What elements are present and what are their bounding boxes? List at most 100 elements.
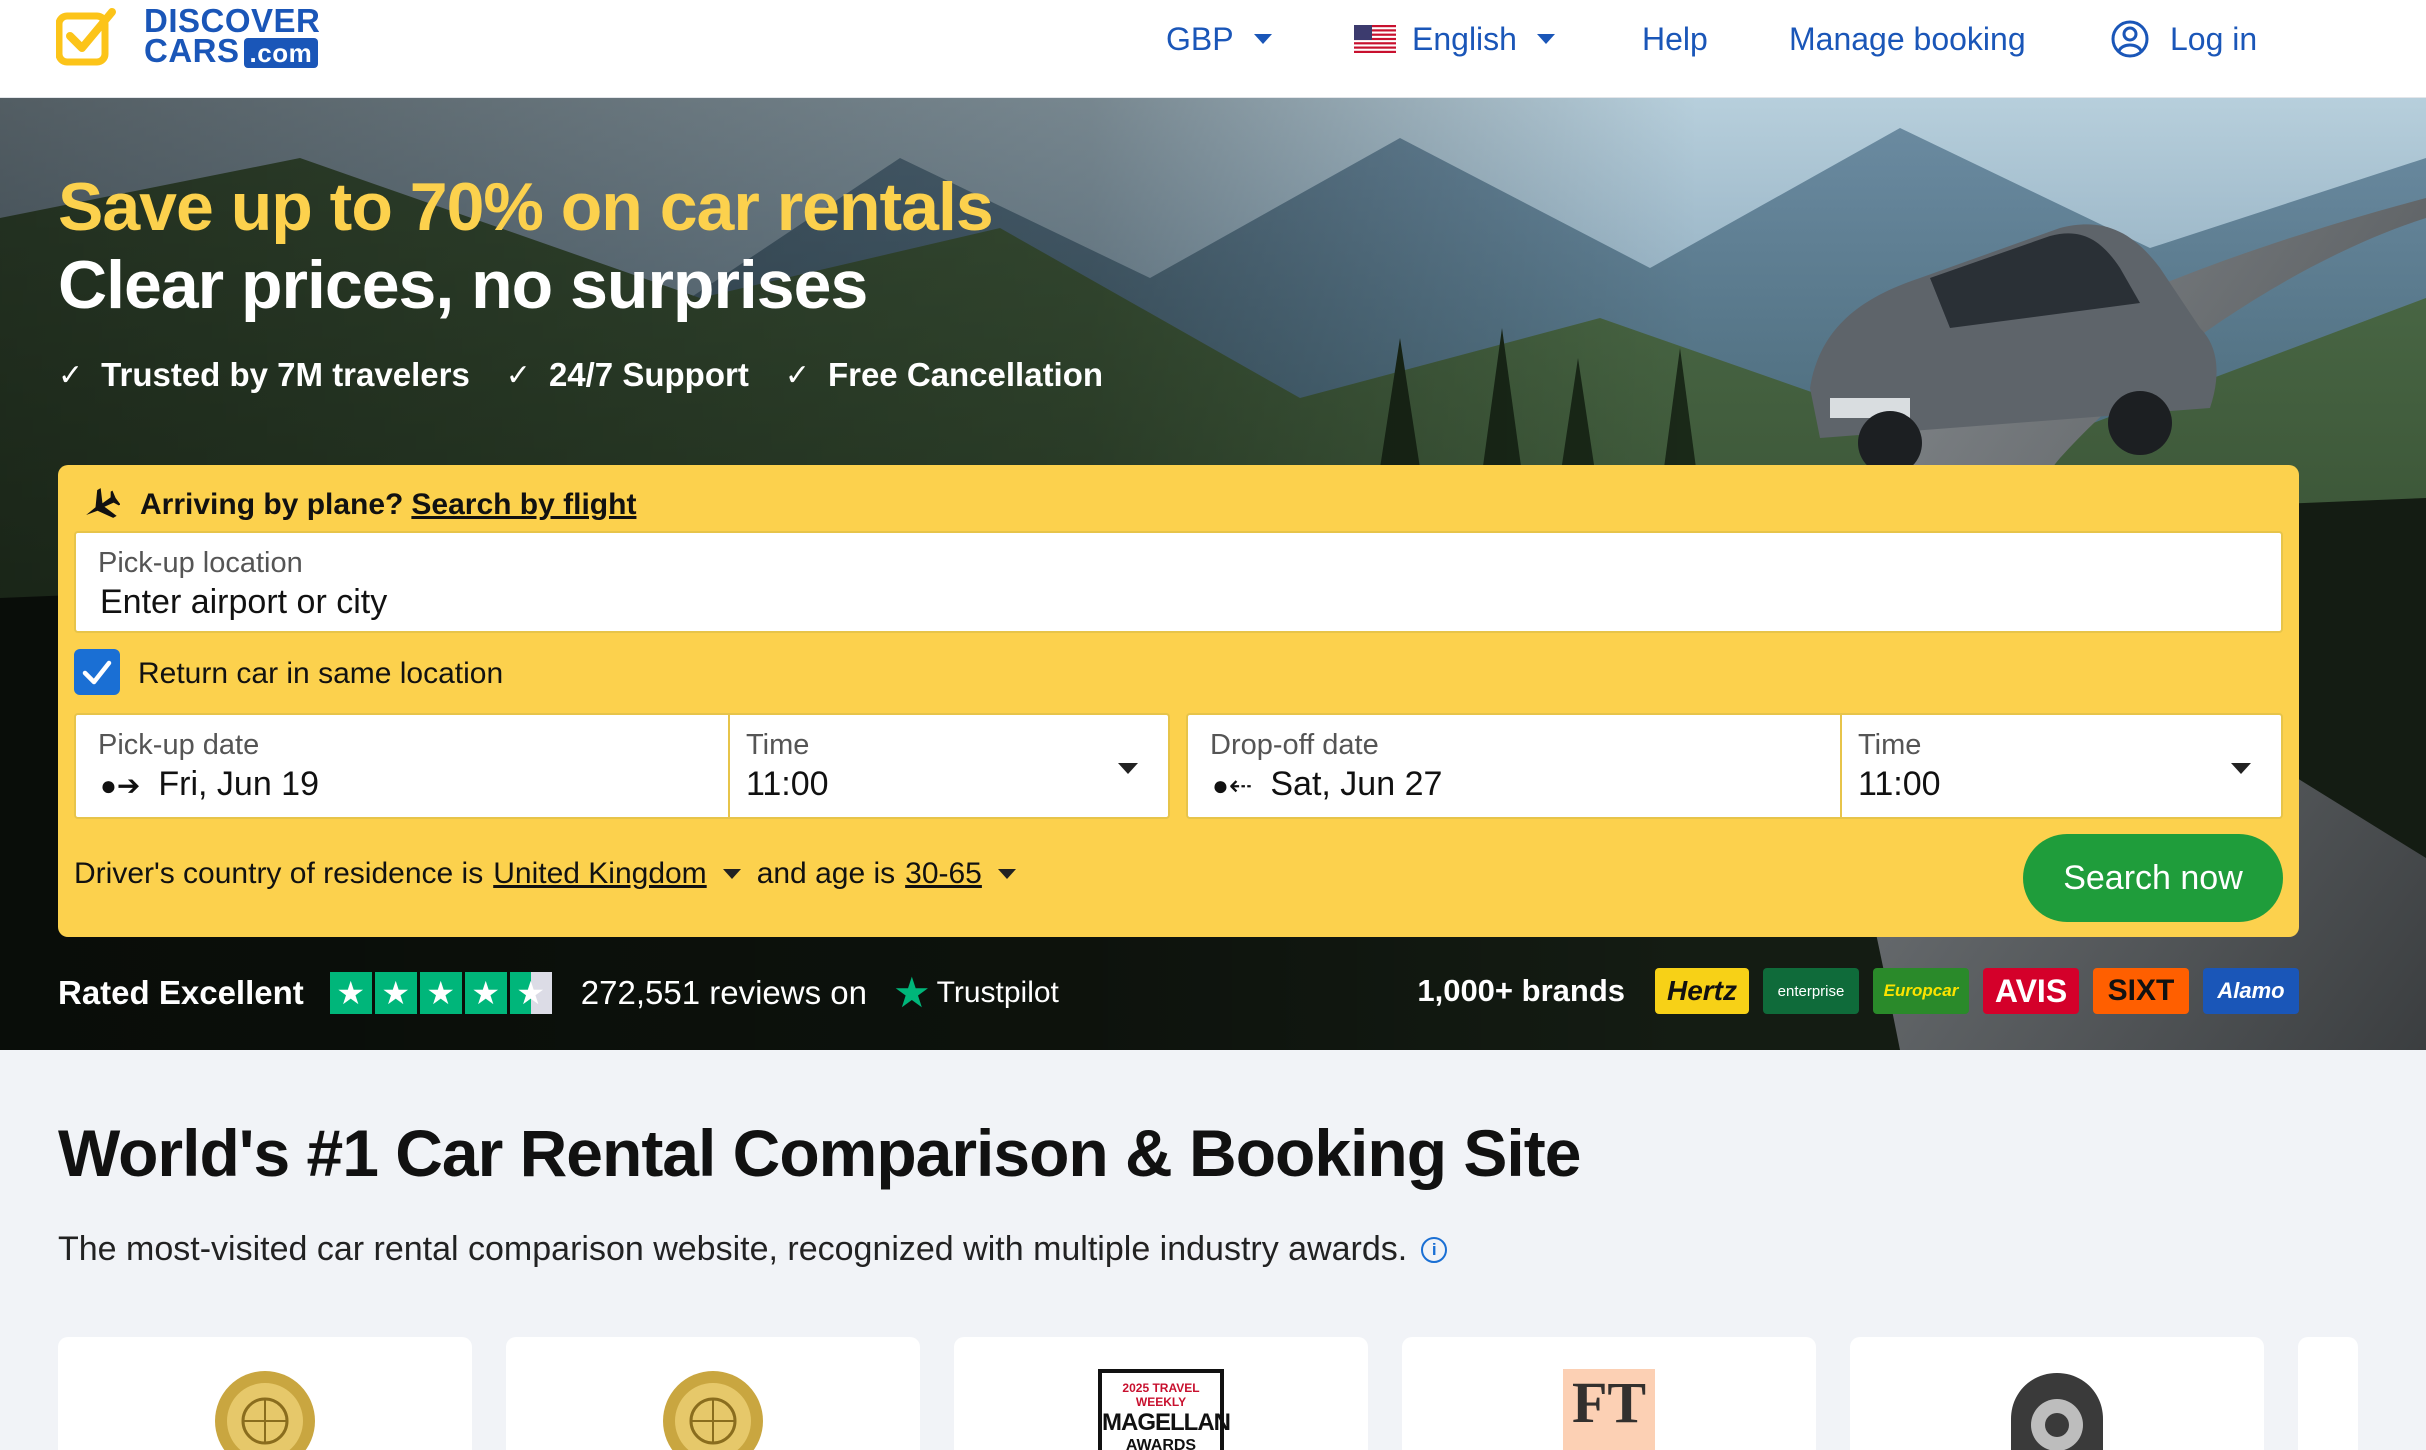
magellan-sub: AWARDS bbox=[1125, 1437, 1197, 1450]
usp-label: 24/7 Support bbox=[548, 356, 749, 393]
rating-stars: ★ ★ ★ ★ ★ bbox=[329, 971, 555, 1014]
chevron-down-icon bbox=[997, 869, 1016, 879]
checkmark-icon: ✓ bbox=[58, 358, 84, 392]
checkmark-icon: ✓ bbox=[505, 358, 531, 392]
magellan-text: MAGELLAN bbox=[1102, 1409, 1231, 1436]
search-now-button[interactable]: Search now bbox=[2023, 834, 2283, 922]
dropoff-date-label: Drop-off date bbox=[1210, 729, 1379, 761]
help-link[interactable]: Help bbox=[1642, 0, 1708, 78]
dropoff-date-field[interactable]: Drop-off date ●⇠ Sat, Jun 27 bbox=[1186, 713, 1842, 819]
pickup-location-label: Pick-up location bbox=[98, 547, 303, 579]
award-card-partial[interactable] bbox=[2298, 1337, 2358, 1450]
logo-check-icon bbox=[56, 8, 116, 66]
star-icon: ★ bbox=[329, 971, 372, 1014]
star-icon: ★ bbox=[374, 971, 417, 1014]
pickup-time-select[interactable]: Time 11:00 bbox=[728, 713, 1170, 819]
pickup-arrow-icon: ●➔ bbox=[100, 770, 141, 801]
return-same-location-label[interactable]: Return car in same location bbox=[138, 657, 503, 691]
manage-booking-link[interactable]: Manage booking bbox=[1789, 0, 2026, 78]
trustpilot-rating: Rated Excellent ★ ★ ★ ★ ★ 272,551 review… bbox=[58, 968, 1059, 1017]
driver-age-select[interactable]: 30-65 bbox=[905, 857, 982, 891]
magellan-year: 2025 TRAVEL WEEKLY bbox=[1122, 1381, 1200, 1409]
award-card[interactable] bbox=[1850, 1337, 2264, 1450]
return-same-location-checkbox[interactable] bbox=[74, 649, 120, 695]
logo-line-2: CARS bbox=[144, 32, 240, 69]
site-logo[interactable]: DISCOVER CARS .com bbox=[56, 4, 326, 70]
pickup-date-field[interactable]: Pick-up date ●➔ Fri, Jun 19 bbox=[74, 713, 730, 819]
pickup-time-label: Time bbox=[746, 729, 810, 761]
residence-prefix: Driver's country of residence is bbox=[74, 857, 484, 890]
usp-label: Trusted by 7M travelers bbox=[101, 356, 470, 393]
pickup-date-value: Fri, Jun 19 bbox=[158, 765, 319, 803]
europcar-logo: Europcar bbox=[1873, 968, 1969, 1014]
alamo-logo: Alamo bbox=[2203, 968, 2299, 1014]
award-card[interactable] bbox=[506, 1337, 920, 1450]
residence-country-select[interactable]: United Kingdom bbox=[493, 857, 706, 891]
award-card[interactable] bbox=[58, 1337, 472, 1450]
rating-label: Rated Excellent bbox=[58, 973, 304, 1011]
age-prefix: and age is bbox=[756, 857, 896, 890]
award-card[interactable]: 2025 TRAVEL WEEKLY MAGELLAN AWARDS bbox=[954, 1337, 1368, 1450]
driver-info: Driver's country of residence is United … bbox=[74, 857, 1032, 891]
search-by-flight-link[interactable]: Search by flight bbox=[411, 488, 636, 522]
section-subtitle: The most-visited car rental comparison w… bbox=[58, 1230, 1408, 1268]
award-card[interactable]: FT bbox=[1402, 1337, 1816, 1450]
user-icon bbox=[2111, 20, 2149, 58]
login-label: Log in bbox=[2170, 20, 2258, 57]
half-star-icon: ★ bbox=[509, 971, 552, 1014]
star-icon: ★ bbox=[419, 971, 462, 1014]
awards-carousel: 2025 TRAVEL WEEKLY MAGELLAN AWARDS FT bbox=[58, 1337, 2358, 1450]
magellan-award-icon: 2025 TRAVEL WEEKLY MAGELLAN AWARDS bbox=[1098, 1369, 1231, 1450]
sixt-logo: SIXT bbox=[2093, 968, 2189, 1014]
section-subtitle-row: The most-visited car rental comparison w… bbox=[58, 1230, 1448, 1269]
usp-item: ✓ 24/7 Support bbox=[506, 356, 749, 394]
checkmark-icon: ✓ bbox=[784, 358, 810, 392]
usp-item: ✓ Trusted by 7M travelers bbox=[58, 356, 470, 394]
language-selector[interactable]: English bbox=[1354, 0, 1555, 78]
chevron-down-icon bbox=[1536, 34, 1555, 44]
logo-wordmark: DISCOVER CARS .com bbox=[144, 4, 320, 69]
award-badge-icon bbox=[2011, 1373, 2103, 1450]
review-count: 272,551 reviews on bbox=[580, 973, 867, 1011]
info-icon[interactable]: i bbox=[1421, 1236, 1448, 1263]
dropoff-time-label: Time bbox=[1858, 729, 1922, 761]
logo-suffix: .com bbox=[243, 38, 319, 68]
flight-prompt-text: Arriving by plane? bbox=[140, 488, 404, 521]
pickup-time-value: 11:00 bbox=[746, 765, 829, 803]
section-title: World's #1 Car Rental Comparison & Booki… bbox=[58, 1116, 1581, 1190]
ft-award-icon: FT bbox=[1563, 1369, 1655, 1450]
brands-label: 1,000+ brands bbox=[1417, 973, 1625, 1008]
search-form: Arriving by plane? Search by flight Pick… bbox=[58, 465, 2299, 937]
pickup-location-input[interactable]: Pick-up location Enter airport or city bbox=[74, 531, 2283, 633]
currency-label: GBP bbox=[1166, 20, 1234, 57]
pickup-location-placeholder: Enter airport or city bbox=[100, 583, 388, 621]
checkmark-icon bbox=[82, 660, 112, 685]
hero-subheadline: Clear prices, no surprises bbox=[58, 247, 868, 323]
trustpilot-label: Trustpilot bbox=[936, 975, 1059, 1009]
trustpilot-star-icon: ★ bbox=[892, 969, 931, 1016]
pickup-date-label: Pick-up date bbox=[98, 729, 260, 761]
world-travel-tech-award-icon bbox=[215, 1371, 315, 1450]
us-flag-icon bbox=[1354, 25, 1396, 53]
avis-logo: AVIS bbox=[1983, 968, 2079, 1014]
dropoff-time-value: 11:00 bbox=[1858, 765, 1941, 803]
currency-selector[interactable]: GBP bbox=[1166, 0, 1272, 78]
dropoff-arrow-icon: ●⇠ bbox=[1212, 770, 1253, 801]
usp-list: ✓ Trusted by 7M travelers ✓ 24/7 Support… bbox=[58, 356, 1139, 394]
rental-brands: 1,000+ brands Hertz enterprise Europcar … bbox=[1417, 968, 2299, 1014]
login-link[interactable]: Log in bbox=[2110, 0, 2257, 78]
chevron-down-icon bbox=[722, 869, 741, 879]
dropoff-time-select[interactable]: Time 11:00 bbox=[1840, 713, 2283, 819]
flight-search-prompt: Arriving by plane? Search by flight bbox=[80, 485, 636, 525]
hero-headline: Save up to 70% on car rentals bbox=[58, 169, 994, 245]
enterprise-logo: enterprise bbox=[1763, 968, 1859, 1014]
usp-item: ✓ Free Cancellation bbox=[785, 356, 1103, 394]
site-header: DISCOVER CARS .com GBP English Help Manag… bbox=[0, 0, 2426, 98]
star-icon: ★ bbox=[464, 971, 507, 1014]
trustpilot-logo[interactable]: ★ Trustpilot bbox=[893, 968, 1059, 1017]
dropoff-date-value: Sat, Jun 27 bbox=[1270, 765, 1443, 803]
chevron-down-icon bbox=[1253, 34, 1272, 44]
usp-label: Free Cancellation bbox=[827, 356, 1104, 393]
hertz-logo: Hertz bbox=[1655, 968, 1749, 1014]
language-label: English bbox=[1412, 20, 1517, 57]
